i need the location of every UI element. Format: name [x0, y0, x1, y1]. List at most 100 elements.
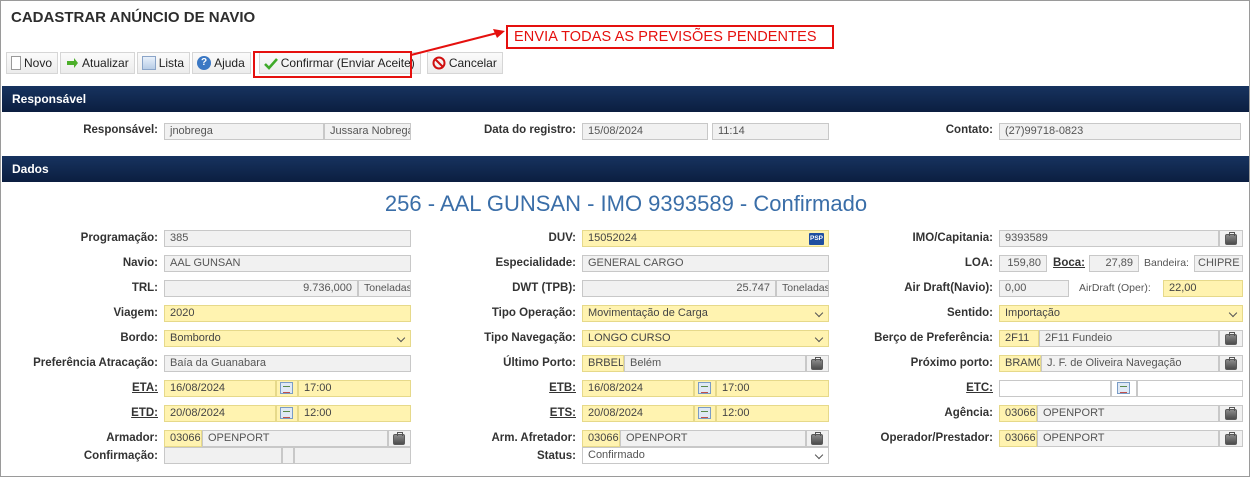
etd-calendar-button[interactable] [276, 405, 298, 422]
proximo-porto-label: Próximo porto: [910, 357, 993, 369]
proximo-porto-search-button[interactable] [1219, 355, 1243, 372]
ets-label[interactable]: ETS: [471, 407, 576, 419]
trl-field[interactable]: 9.736,000 [164, 280, 358, 297]
responsavel-login-field[interactable]: jnobrega [164, 123, 324, 140]
binoculars-icon [393, 432, 405, 445]
etd-label[interactable]: ETD: [11, 407, 158, 419]
dwt-field[interactable]: 25.747 [582, 280, 776, 297]
berco-preferencia-label: Berço de Preferência: [874, 332, 993, 344]
preferencia-atracacao-field[interactable]: Baía da Guanabara [164, 355, 411, 372]
ets-time-field[interactable]: 12:00 [716, 405, 829, 422]
armador-code-field[interactable]: 030665: [164, 430, 202, 447]
duv-label: DUV: [548, 232, 576, 244]
tipo-operacao-select[interactable]: Movimentação de Carga [582, 305, 829, 322]
confirmacao-field-2[interactable] [294, 447, 411, 464]
boca-label[interactable]: Boca: [1051, 257, 1085, 269]
eta-time-field[interactable]: 17:00 [298, 380, 411, 397]
binoculars-icon [1225, 332, 1237, 345]
duv-field[interactable]: 15052024 [582, 230, 829, 247]
ets-date-field[interactable]: 20/08/2024 [582, 405, 694, 422]
viagem-field[interactable]: 2020 [164, 305, 411, 322]
page-title: CADASTRAR ANÚNCIO DE NAVIO [11, 9, 256, 26]
confirmacao-label: Confirmação: [83, 450, 158, 462]
boca-field[interactable]: 27,89 [1089, 255, 1139, 272]
etc-calendar-button[interactable] [1111, 380, 1137, 397]
ajuda-button[interactable]: ? Ajuda [192, 52, 251, 74]
eta-label[interactable]: ETA: [11, 382, 158, 394]
trl-unit: Toneladas [358, 280, 411, 297]
status-select[interactable]: Confirmado [582, 447, 829, 464]
contato-label: Contato: [945, 124, 993, 136]
berco-name-field[interactable]: 2F11 Fundeio [1039, 330, 1219, 347]
etc-time-field[interactable] [1137, 380, 1243, 397]
agencia-label: Agência: [944, 407, 993, 419]
eta-calendar-button[interactable] [276, 380, 298, 397]
berco-search-button[interactable] [1219, 330, 1243, 347]
air-draft-oper-field[interactable]: 22,00 [1163, 280, 1243, 297]
proximo-porto-name-field[interactable]: J. F. de Oliveira Navegação [1041, 355, 1219, 372]
atualizar-label: Atualizar [82, 56, 129, 70]
arm-afretador-name-field[interactable]: OPENPORT [620, 430, 806, 447]
etb-calendar-button[interactable] [694, 380, 716, 397]
especialidade-label: Especialidade: [495, 257, 576, 269]
operador-code-field[interactable]: 030665: [999, 430, 1037, 447]
etc-label[interactable]: ETC: [861, 382, 993, 394]
binoculars-icon [1225, 407, 1237, 420]
armador-search-button[interactable] [388, 430, 411, 447]
novo-label: Novo [24, 56, 53, 70]
air-draft-oper-label: AirDraft (Oper): [1079, 282, 1151, 294]
status-label: Status: [537, 450, 576, 462]
etb-time-field[interactable]: 17:00 [716, 380, 829, 397]
bordo-select[interactable]: Bombordo [164, 330, 411, 347]
air-draft-navio-field[interactable]: 0,00 [999, 280, 1069, 297]
sentido-select[interactable]: Importação [999, 305, 1243, 322]
berco-code-field[interactable]: 2F11 [999, 330, 1039, 347]
ultimo-porto-search-button[interactable] [806, 355, 829, 372]
etc-date-field[interactable] [999, 380, 1111, 397]
programacao-field[interactable]: 385 [164, 230, 411, 247]
trl-label: TRL: [131, 282, 158, 294]
bordo-label: Bordo: [120, 332, 158, 344]
etd-time-field[interactable]: 12:00 [298, 405, 411, 422]
navio-label: Navio: [122, 257, 158, 269]
responsavel-name-field[interactable]: Jussara Nobrega [324, 123, 411, 140]
preferencia-atracacao-label: Preferência Atracação: [33, 357, 158, 369]
atualizar-button[interactable]: Atualizar [60, 52, 135, 74]
especialidade-field[interactable]: GENERAL CARGO [582, 255, 829, 272]
ultimo-porto-code-field[interactable]: BRBEL [582, 355, 624, 372]
arm-afretador-code-field[interactable]: 030665: [582, 430, 620, 447]
psp-icon[interactable]: PSP [809, 233, 824, 245]
etd-date-field[interactable]: 20/08/2024 [164, 405, 276, 422]
binoculars-icon [811, 432, 823, 445]
armador-name-field[interactable]: OPENPORT [202, 430, 388, 447]
imo-capitania-label: IMO/Capitania: [912, 232, 993, 244]
bandeira-field[interactable]: CHIPRE [1194, 255, 1243, 272]
etb-label[interactable]: ETB: [471, 382, 576, 394]
ship-header: 256 - AAL GUNSAN - IMO 9393589 - Confirm… [384, 191, 868, 216]
proximo-porto-code-field[interactable]: BRAM0 [999, 355, 1041, 372]
imo-search-button[interactable] [1219, 230, 1243, 247]
ultimo-porto-name-field[interactable]: Belém [624, 355, 806, 372]
arm-afretador-search-button[interactable] [806, 430, 829, 447]
agencia-name-field[interactable]: OPENPORT [1037, 405, 1219, 422]
sentido-label: Sentido: [947, 307, 993, 319]
ets-calendar-button[interactable] [694, 405, 716, 422]
confirmacao-field[interactable] [164, 447, 282, 464]
data-registro-label: Data do registro: [483, 124, 576, 136]
etb-date-field[interactable]: 16/08/2024 [582, 380, 694, 397]
lista-button[interactable]: Lista [136, 52, 191, 74]
navio-field[interactable]: AAL GUNSAN [164, 255, 411, 272]
novo-button[interactable]: Novo [6, 52, 59, 74]
agencia-search-button[interactable] [1219, 405, 1243, 422]
data-registro-field[interactable]: 15/08/2024 [582, 123, 708, 140]
ajuda-label: Ajuda [214, 56, 245, 70]
operador-name-field[interactable]: OPENPORT [1037, 430, 1219, 447]
loa-field[interactable]: 159,80 [999, 255, 1047, 272]
operador-search-button[interactable] [1219, 430, 1243, 447]
agencia-code-field[interactable]: 030665: [999, 405, 1037, 422]
hora-registro-field[interactable]: 11:14 [712, 123, 829, 140]
tipo-navegacao-select[interactable]: LONGO CURSO [582, 330, 829, 347]
contato-field[interactable]: (27)99718-0823 [999, 123, 1241, 140]
imo-capitania-field[interactable]: 9393589 [999, 230, 1219, 247]
eta-date-field[interactable]: 16/08/2024 [164, 380, 276, 397]
